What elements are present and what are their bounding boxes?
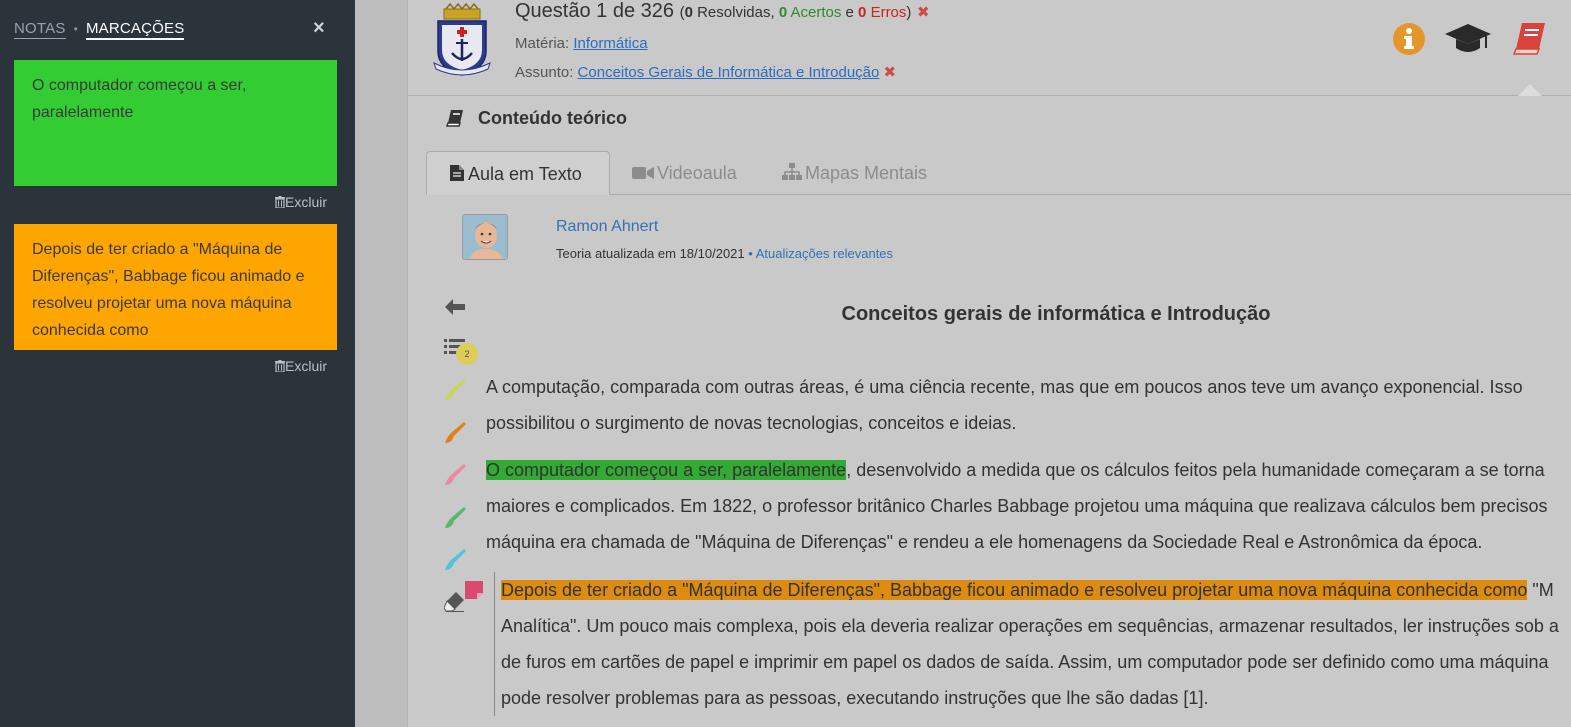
subject-label: Matéria: bbox=[515, 35, 570, 52]
update-info: Teoria atualizada em 18/10/2021 • Atuali… bbox=[556, 246, 894, 261]
highlight-card-green[interactable]: O computador começou a ser, paralelament… bbox=[14, 60, 337, 186]
graduation-cap-icon[interactable] bbox=[1444, 20, 1492, 56]
reset-stats-icon[interactable]: ✖ bbox=[917, 4, 930, 21]
correct-count: 0 bbox=[778, 4, 788, 21]
content-heading-text: Conteúdo teórico bbox=[478, 108, 627, 128]
text-line: pode resolver problemas para as pessoas,… bbox=[501, 688, 1209, 708]
author-name[interactable]: Ramon Ahnert bbox=[556, 218, 658, 236]
highlight-green[interactable]: O computador começou a ser, paralelament… bbox=[486, 460, 847, 480]
author-avatar bbox=[462, 214, 508, 260]
tab-separator: • bbox=[73, 22, 78, 36]
sitemap-icon bbox=[782, 163, 802, 180]
info-icon[interactable] bbox=[1392, 22, 1426, 56]
delete-highlight-button[interactable]: Excluir bbox=[275, 358, 327, 374]
relevant-updates-link[interactable]: Atualizações relevantes bbox=[756, 246, 893, 261]
note-marker-icon[interactable] bbox=[465, 581, 483, 599]
paragraph-2: O computador começou a ser, paralelament… bbox=[486, 452, 1571, 560]
video-camera-icon bbox=[632, 167, 654, 179]
tab-notas[interactable]: NOTAS bbox=[14, 20, 66, 39]
toc-badge: 2 bbox=[456, 343, 478, 365]
subject-link[interactable]: Informática bbox=[573, 35, 647, 52]
highlight-orange[interactable]: Depois de ter criado a "Máquina de Difer… bbox=[501, 580, 1528, 600]
question-counter: Questão 1 de 326 (0 Resolvidas, 0 Acerto… bbox=[515, 0, 930, 23]
tab-mapas-mentais[interactable]: Mapas Mentais bbox=[782, 151, 927, 195]
dropdown-caret bbox=[1518, 84, 1542, 96]
text-line: A computação, comparada com outras áreas… bbox=[486, 377, 1523, 397]
delete-label: Excluir bbox=[285, 358, 328, 374]
trash-icon bbox=[275, 360, 285, 373]
text-line: de furos em cartões de papel e imprimir … bbox=[501, 652, 1549, 672]
error-label: Erros bbox=[870, 4, 907, 21]
text-line: possibilitou o surgimento de novas tecno… bbox=[486, 413, 1017, 433]
tab-aula-em-texto[interactable]: Aula em Texto bbox=[426, 151, 610, 195]
question-label: Questão 1 de 326 bbox=[515, 0, 675, 22]
tab-videoaula[interactable]: Videoaula bbox=[632, 151, 737, 195]
institution-crest-icon bbox=[433, 3, 491, 76]
sidebar-tabs: NOTAS • MARCAÇÕES bbox=[14, 20, 185, 40]
document-icon bbox=[450, 165, 464, 181]
delete-label: Excluir bbox=[285, 194, 328, 210]
text-line: maiores e complicados. Em 1822, o profes… bbox=[486, 496, 1548, 516]
subject-row: Matéria: Informática bbox=[515, 35, 648, 52]
text-line: Analítica". Um pouco mais complexa, pois… bbox=[501, 616, 1559, 636]
error-count: 0 bbox=[858, 4, 867, 21]
tab-marcacoes[interactable]: MARCAÇÕES bbox=[85, 20, 185, 40]
remove-topic-icon[interactable]: ✖ bbox=[884, 64, 897, 81]
text-line: Depois de ter criado a "Máquina de Difer… bbox=[501, 580, 1554, 600]
highlight-card-orange[interactable]: Depois de ter criado a "Máquina de Difer… bbox=[14, 224, 337, 350]
notes-sidebar: NOTAS • MARCAÇÕES × O computador começou a… bbox=[0, 0, 355, 727]
highlighter-cyan-icon[interactable] bbox=[444, 548, 466, 572]
update-date: Teoria atualizada em 18/10/2021 bbox=[556, 246, 745, 261]
content-tabs: Aula em Texto Videoaula Mapas Mentais bbox=[426, 151, 1571, 195]
question-stats: (0 Resolvidas, 0 Acertos e 0 Erros) bbox=[679, 4, 912, 21]
close-sidebar-icon[interactable]: × bbox=[313, 17, 325, 40]
highlighter-yellow-icon[interactable] bbox=[444, 378, 466, 402]
content-panel: Questão 1 de 326 (0 Resolvidas, 0 Acerto… bbox=[407, 0, 1571, 727]
topic-label: Assunto: bbox=[515, 64, 574, 81]
trash-icon bbox=[275, 196, 285, 209]
delete-highlight-button[interactable]: Excluir bbox=[275, 194, 327, 210]
correct-label: Acertos bbox=[790, 4, 842, 21]
resolved-count: 0 bbox=[684, 4, 693, 21]
topic-row: Assunto: Conceitos Gerais de Informática… bbox=[515, 63, 896, 81]
article-title: Conceitos gerais de informática e Introd… bbox=[841, 303, 1271, 325]
content-heading: Conteúdo teórico bbox=[445, 108, 627, 129]
book-icon bbox=[445, 110, 463, 127]
highlighter-orange-icon[interactable] bbox=[444, 421, 466, 445]
paragraph-3: Depois de ter criado a "Máquina de Difer… bbox=[494, 572, 1571, 716]
topic-link[interactable]: Conceitos Gerais de Informática e Introd… bbox=[578, 64, 880, 81]
highlighter-pink-icon[interactable] bbox=[444, 463, 466, 487]
table-of-contents-button[interactable]: 2 bbox=[444, 338, 484, 372]
eraser-icon[interactable] bbox=[444, 590, 466, 612]
question-header: Questão 1 de 326 (0 Resolvidas, 0 Acerto… bbox=[408, 0, 1571, 96]
text-line: O computador começou a ser, paralelament… bbox=[486, 460, 1545, 480]
paragraph-1: A computação, comparada com outras áreas… bbox=[486, 369, 1571, 441]
book-icon[interactable] bbox=[1512, 20, 1548, 56]
main-area: Questão 1 de 326 (0 Resolvidas, 0 Acerto… bbox=[355, 0, 1571, 727]
text-line: máquina era chamada de "Máquina de Difer… bbox=[486, 532, 1483, 552]
highlighter-green-icon[interactable] bbox=[444, 506, 466, 530]
